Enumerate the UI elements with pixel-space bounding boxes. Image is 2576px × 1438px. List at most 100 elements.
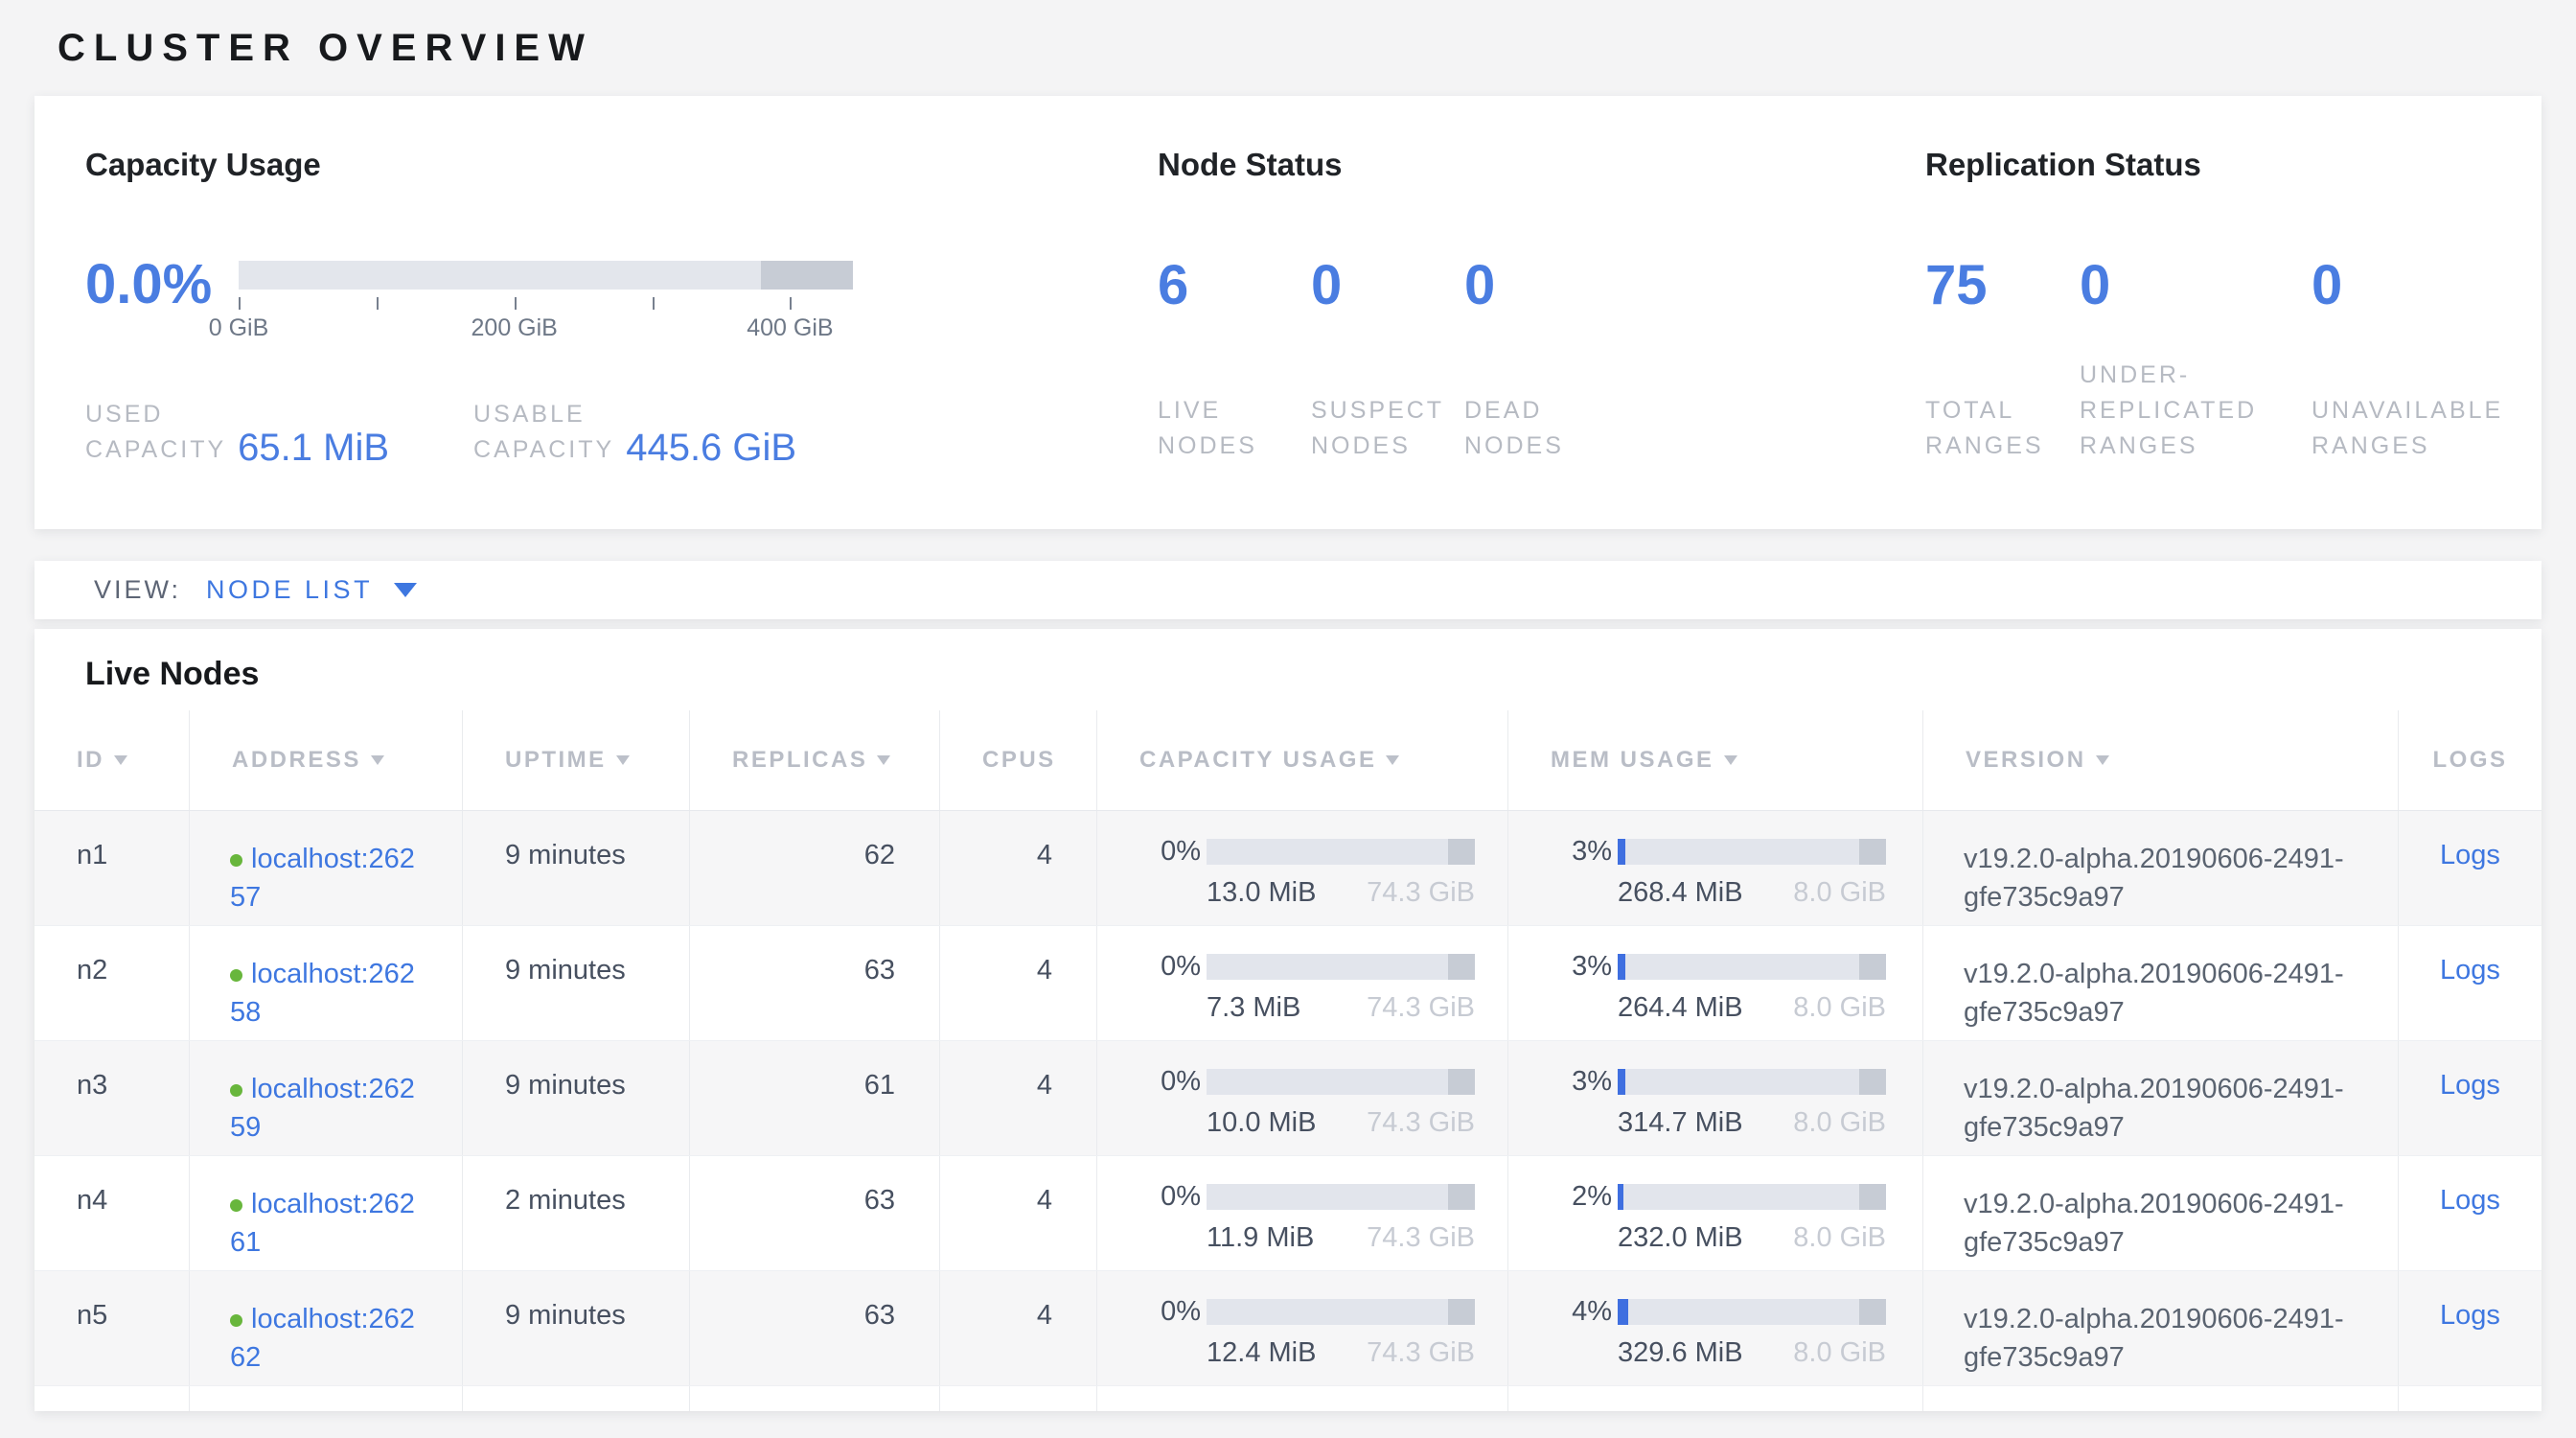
cell-logs: Logs (2399, 1271, 2542, 1385)
cell-address: localhost:26257 (190, 811, 463, 925)
mem-total-value: 8.0 GiB (1793, 992, 1886, 1024)
cell-node-id (34, 1386, 190, 1411)
live-nodes-table: IDADDRESSUPTIMEREPLICASCPUSCAPACITY USAG… (34, 710, 2542, 1411)
logs-link[interactable]: Logs (2440, 1185, 2500, 1216)
capacity-percent-value: 0% (1138, 836, 1201, 868)
capacity-gauge-dark-segment (761, 261, 853, 290)
node-list-selector[interactable]: NODE LIST (206, 575, 417, 605)
page-title: CLUSTER OVERVIEW (58, 27, 2576, 70)
column-header-version[interactable]: VERSION (1923, 710, 2399, 810)
uptime-value: 9 minutes (505, 1070, 626, 1101)
mem-bar-dark-segment (1859, 1069, 1886, 1095)
mem-bar-dark-segment (1859, 1184, 1886, 1210)
column-header-id[interactable]: ID (34, 710, 190, 810)
cell-replicas (690, 1386, 940, 1411)
cell-address: localhost:26262 (190, 1271, 463, 1385)
capacity-bar (1207, 839, 1475, 865)
uptime-value: 9 minutes (505, 840, 626, 870)
cell-replicas: 61 (690, 1041, 940, 1155)
mem-total-value: 8.0 GiB (1793, 1222, 1886, 1254)
mem-bar-fill (1618, 1184, 1623, 1210)
node-id: n2 (77, 955, 107, 986)
capacity-percent-value: 0% (1138, 951, 1201, 983)
stat-value: 0 (1464, 257, 1618, 314)
node-live-dot-icon (230, 854, 242, 867)
cell-node-id: n3 (34, 1041, 190, 1155)
cell-capacity-usage: 0% 10.0 MiB 74.3 GiB (1097, 1041, 1508, 1155)
stat: 0 SUSPECTNODES (1311, 257, 1464, 464)
stat-label-line: DEAD (1464, 393, 1618, 429)
mem-bar-fill (1618, 1069, 1625, 1095)
cpus-value: 4 (1037, 955, 1052, 986)
cell-cpus: 4 (940, 1156, 1097, 1270)
capacity-total-value: 74.3 GiB (1367, 992, 1475, 1024)
stat-value: 6 (1158, 257, 1311, 314)
gauge-tick-label: 400 GiB (747, 314, 833, 342)
capacity-bar-dark-segment (1448, 1069, 1475, 1095)
cluster-overview-page: CLUSTER OVERVIEW Capacity Usage 0.0% 0 G… (0, 0, 2576, 1438)
mem-bar-dark-segment (1859, 839, 1886, 865)
column-header-logs: LOGS (2399, 710, 2542, 810)
uptime-value: 9 minutes (505, 1300, 626, 1331)
column-header-replicas[interactable]: REPLICAS (690, 710, 940, 810)
column-header-label: LOGS (2432, 747, 2507, 774)
column-header-address[interactable]: ADDRESS (190, 710, 463, 810)
mem-total-value: 8.0 GiB (1793, 1107, 1886, 1139)
address-link[interactable]: localhost:26261 (230, 1189, 415, 1258)
mem-bar-fill (1618, 954, 1625, 980)
capacity-percent: 0.0% (85, 257, 239, 313)
stat-label: SUSPECTNODES (1311, 393, 1464, 464)
logs-link[interactable]: Logs (2440, 840, 2500, 870)
cell-node-id: n5 (34, 1271, 190, 1385)
gauge-tick (790, 297, 792, 310)
mem-used-value: 232.0 MiB (1618, 1222, 1743, 1254)
table-row: n3 localhost:26259 9 minutes 61 4 0% 10.… (34, 1041, 2542, 1156)
stat-label-line: REPLICATED (2080, 393, 2312, 429)
cell-version: v19.2.0-alpha.20190606-2491-gfe735c9a97 (1923, 811, 2399, 925)
address-link[interactable]: localhost:26258 (230, 959, 415, 1028)
cell-logs: Logs (2399, 811, 2542, 925)
capacity-total-value: 74.3 GiB (1367, 1337, 1475, 1369)
cell-version: v19.2.0-alpha.20190606-2491-gfe735c9a97 (1923, 1041, 2399, 1155)
cpus-value: 4 (1037, 840, 1052, 870)
capacity-stats: USEDCAPACITY 65.1 MiB USABLECAPACITY 445… (85, 397, 1158, 468)
capacity-bar (1207, 1069, 1475, 1095)
sort-desc-icon (877, 755, 890, 765)
address-link[interactable]: localhost:26259 (230, 1074, 415, 1143)
address-link[interactable]: localhost:26257 (230, 844, 415, 913)
column-header-uptime[interactable]: UPTIME (463, 710, 690, 810)
stat-value: 0 (2312, 257, 2538, 314)
cell-logs: Logs (2399, 1156, 2542, 1270)
cell-mem-usage: 2% 232.0 MiB 8.0 GiB (1508, 1156, 1923, 1270)
mem-used-value: 314.7 MiB (1618, 1107, 1743, 1139)
capacity-bar-dark-segment (1448, 839, 1475, 865)
logs-link[interactable]: Logs (2440, 1300, 2500, 1331)
cell-cpus: 4 (940, 1041, 1097, 1155)
address-link[interactable]: localhost:26262 (230, 1304, 415, 1373)
table-row-partial (34, 1386, 2542, 1411)
column-header-capacity[interactable]: CAPACITY USAGE (1097, 710, 1508, 810)
replicas-value: 63 (864, 1185, 895, 1216)
cell-node-id: n4 (34, 1156, 190, 1270)
capacity-stat-label: USEDCAPACITY (85, 397, 226, 468)
version-value: v19.2.0-alpha.20190606-2491-gfe735c9a97 (1964, 844, 2344, 913)
cpus-value: 4 (1037, 1300, 1052, 1331)
stat: 0 DEADNODES (1464, 257, 1618, 464)
cpus-value: 4 (1037, 1185, 1052, 1216)
node-id: n3 (77, 1070, 107, 1101)
capacity-gauge-track (239, 261, 853, 290)
column-header-mem[interactable]: MEM USAGE (1508, 710, 1923, 810)
version-value: v19.2.0-alpha.20190606-2491-gfe735c9a97 (1964, 1074, 2344, 1143)
cell-uptime: 9 minutes (463, 1271, 690, 1385)
logs-link[interactable]: Logs (2440, 1070, 2500, 1101)
stat-label-line: NODES (1464, 429, 1618, 464)
version-value: v19.2.0-alpha.20190606-2491-gfe735c9a97 (1964, 1304, 2344, 1373)
logs-link[interactable]: Logs (2440, 955, 2500, 986)
replicas-value: 63 (864, 955, 895, 986)
capacity-gauge: 0 GiB200 GiB400 GiB (239, 257, 853, 341)
cell-cpus: 4 (940, 926, 1097, 1040)
cell-mem-usage: 3% 314.7 MiB 8.0 GiB (1508, 1041, 1923, 1155)
replication-status-stats: 75 TOTALRANGES 0 UNDER-REPLICATEDRANGES … (1925, 257, 2542, 464)
cell-mem-usage: 3% 264.4 MiB 8.0 GiB (1508, 926, 1923, 1040)
cell-version: v19.2.0-alpha.20190606-2491-gfe735c9a97 (1923, 1156, 2399, 1270)
